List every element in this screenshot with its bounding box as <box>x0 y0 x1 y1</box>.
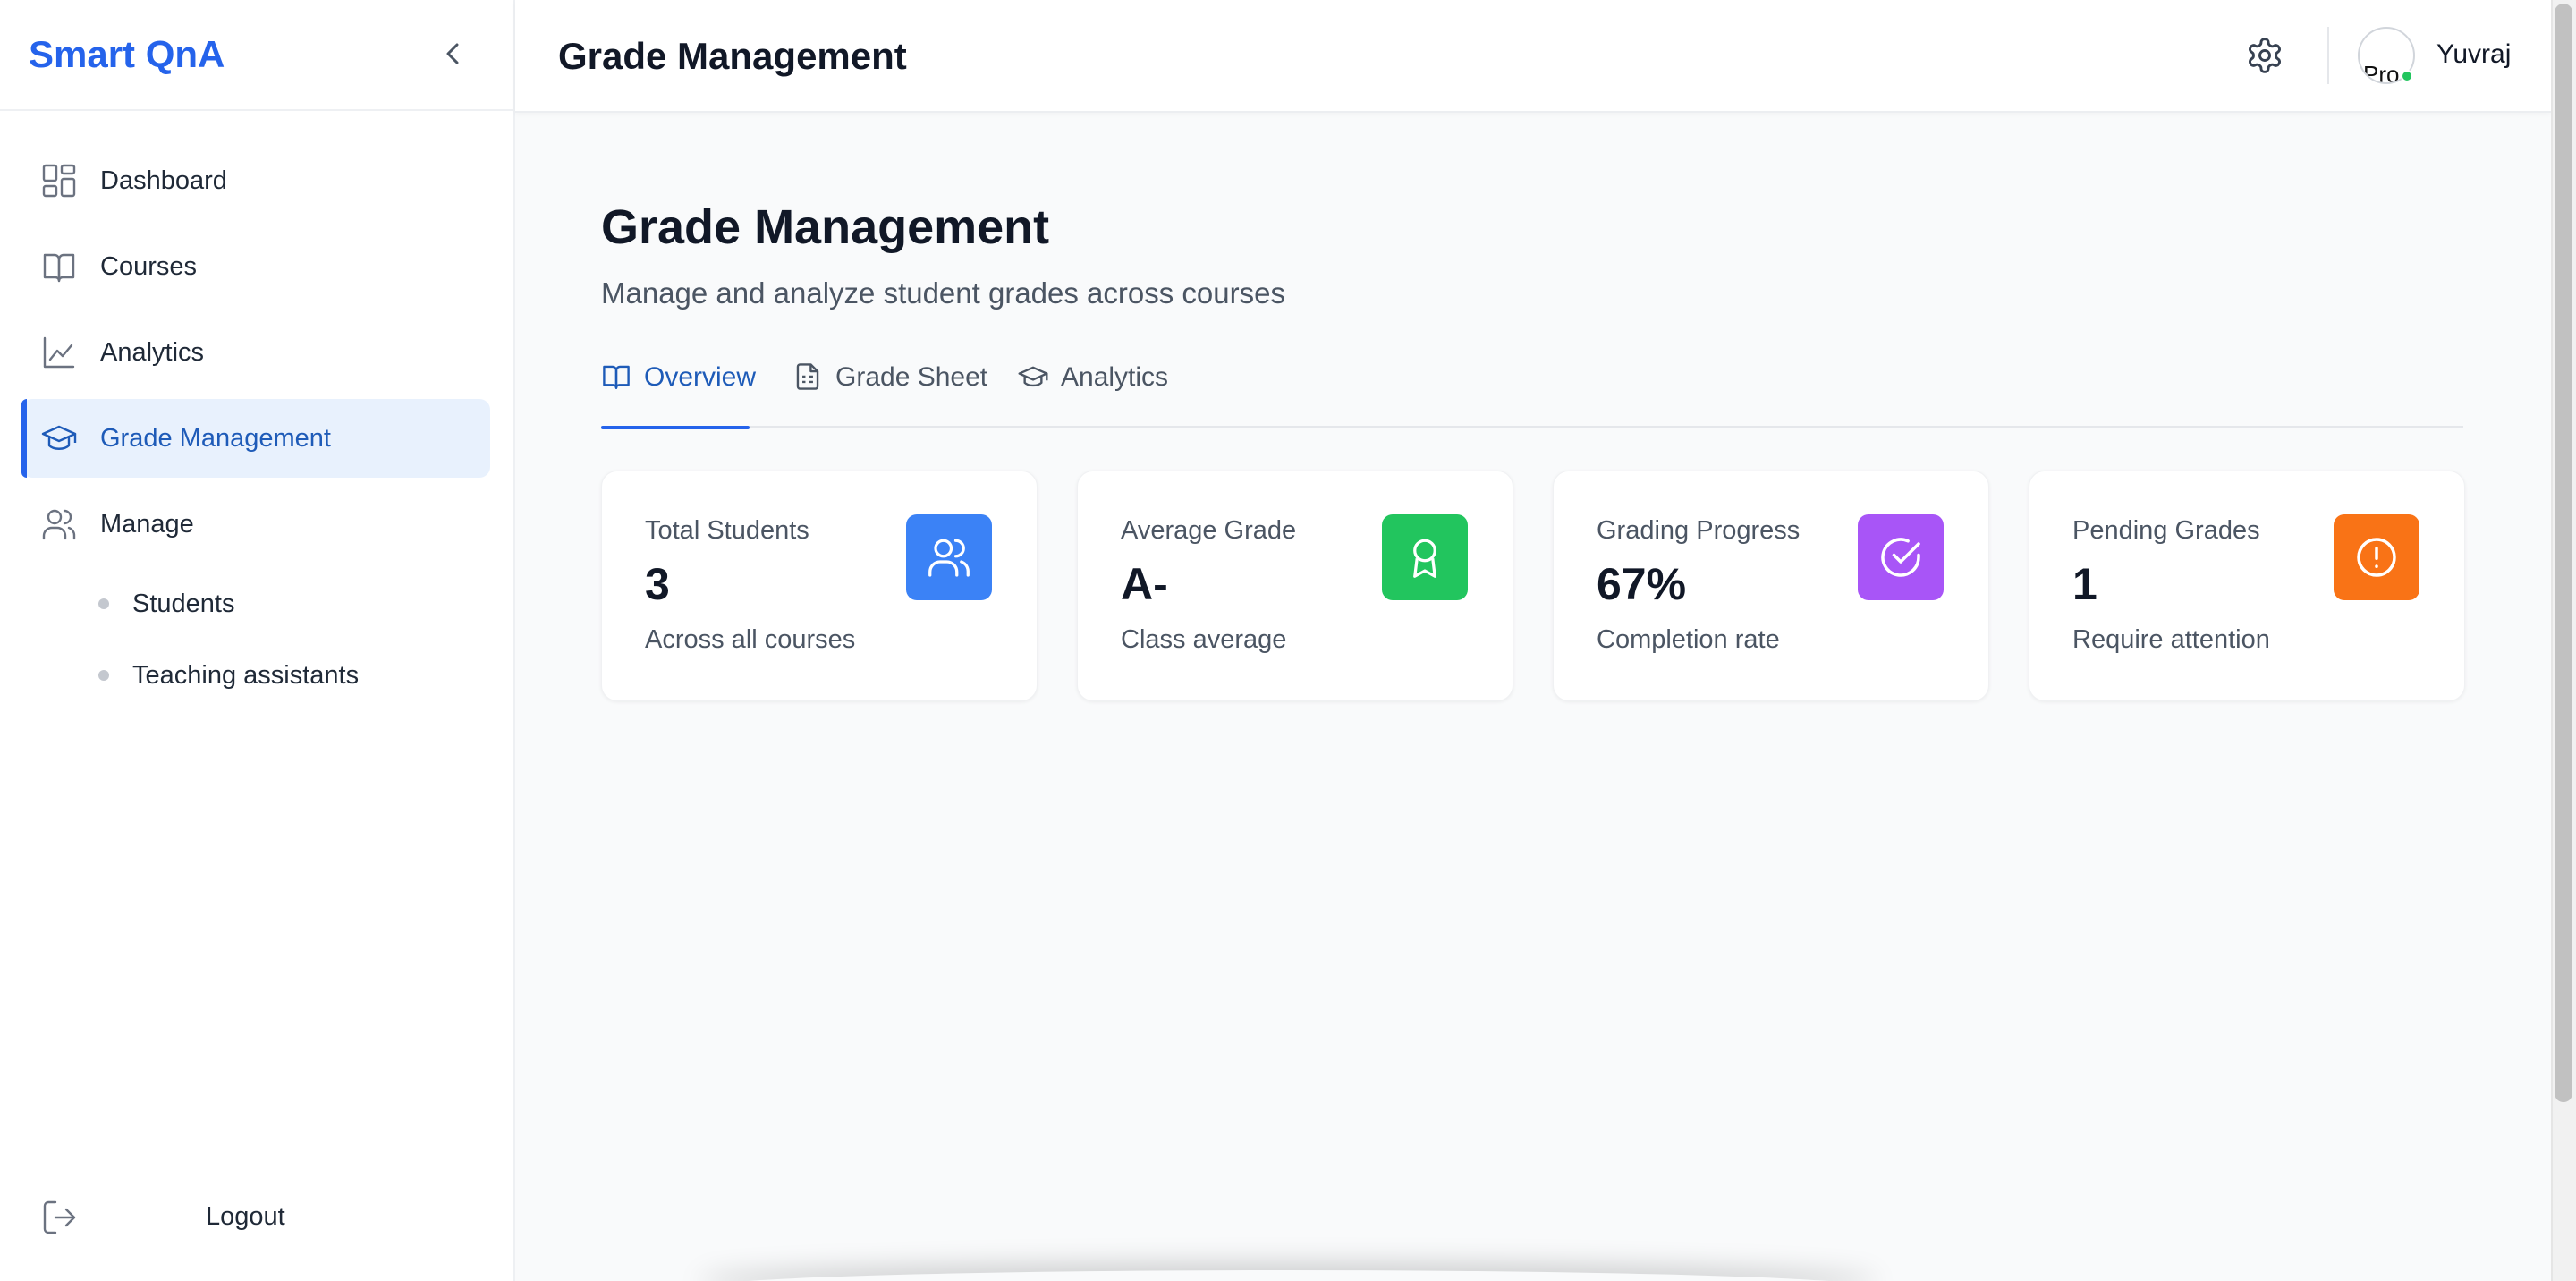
stat-value: 1 <box>2072 559 2097 609</box>
collapse-sidebar-button[interactable] <box>436 36 469 72</box>
sidebar-item-grade-management[interactable]: Grade Management <box>21 399 490 478</box>
award-icon <box>1413 539 1436 578</box>
sidebar-item-label: Analytics <box>100 337 205 367</box>
book-open-icon <box>603 365 630 389</box>
sidebar-item-label: Grade Management <box>100 423 331 453</box>
sidebar-header: Smart QnA <box>0 0 513 111</box>
sidebar-item-dashboard[interactable]: Dashboard <box>21 141 490 220</box>
user-name[interactable]: Yuvraj <box>2436 39 2511 70</box>
tab-label: Grade Sheet <box>835 362 988 392</box>
page-title: Grade Management <box>601 200 1050 254</box>
bullet-dot <box>98 670 109 681</box>
stat-description: Across all courses <box>645 625 856 654</box>
graduation-cap-icon <box>1018 366 1048 387</box>
stat-value: 3 <box>645 559 670 609</box>
stat-description: Require attention <box>2072 625 2270 654</box>
stat-card-grading-progress: Grading Progress 67% Completion rate <box>1553 471 1989 701</box>
settings-gear-icon[interactable] <box>2245 36 2284 75</box>
stat-icon-badge <box>2334 514 2419 600</box>
stat-value: 67% <box>1597 559 1687 609</box>
avatar-alt-text: Pro <box>2363 61 2400 84</box>
users-icon <box>928 539 970 577</box>
tab-overview[interactable]: Overview <box>601 356 757 429</box>
logout-icon <box>43 1200 76 1234</box>
sidebar-item-label: Courses <box>100 251 197 281</box>
tab-bar: Overview Grade Sheet Analytics <box>601 356 2463 429</box>
tab-grade-sheet[interactable]: Grade Sheet <box>792 356 987 428</box>
logout-button[interactable]: Logout <box>21 1195 490 1240</box>
chevron-left-icon <box>446 43 459 64</box>
sidebar-subitem-teaching-assistants[interactable]: Teaching assistants <box>98 653 359 698</box>
header-divider <box>2327 27 2329 84</box>
tab-analytics[interactable]: Analytics <box>1018 356 1168 428</box>
page-subtitle: Manage and analyze student grades across… <box>601 276 1285 310</box>
stat-value: A- <box>1121 559 1168 609</box>
brand-logo[interactable]: Smart QnA <box>29 32 225 77</box>
online-status-dot <box>2401 70 2413 82</box>
stat-card-pending-grades: Pending Grades 1 Require attention <box>2029 471 2465 701</box>
stat-description: Class average <box>1121 625 1287 654</box>
sidebar-item-courses[interactable]: Courses <box>21 227 490 306</box>
stat-card-average-grade: Average Grade A- Class average <box>1077 471 1513 701</box>
alert-circle-icon <box>2357 538 2396 577</box>
check-circle-icon <box>1881 538 1920 577</box>
dashboard-icon <box>42 164 76 198</box>
sidebar-subitem-students[interactable]: Students <box>98 581 234 626</box>
sidebar-item-label: Dashboard <box>100 165 227 195</box>
stat-icon-badge <box>1858 514 1944 600</box>
bullet-dot <box>98 598 109 609</box>
stat-card-total-students: Total Students 3 Across all courses <box>601 471 1038 701</box>
sidebar-item-analytics[interactable]: Analytics <box>21 313 490 392</box>
sidebar: Smart QnA Dashboard Courses Analytics Gr… <box>0 0 515 1281</box>
chart-line-icon <box>43 336 75 369</box>
top-header: Grade Management Pro Yuvraj <box>515 0 2551 113</box>
sidebar-subitem-label: Students <box>132 589 235 618</box>
sidebar-subitem-label: Teaching assistants <box>132 660 360 690</box>
stat-label: Average Grade <box>1121 516 1297 545</box>
floating-panel-shadow <box>698 1270 1878 1281</box>
logout-label: Logout <box>206 1202 285 1231</box>
sidebar-item-label: Manage <box>100 509 194 539</box>
stat-icon-badge <box>906 514 992 600</box>
sidebar-item-manage[interactable]: Manage <box>21 485 490 564</box>
stat-label: Total Students <box>645 516 809 545</box>
stat-description: Completion rate <box>1597 625 1780 654</box>
file-text-icon <box>796 363 819 390</box>
header-title: Grade Management <box>558 35 907 77</box>
book-icon <box>43 253 75 283</box>
tab-label: Analytics <box>1061 362 1169 392</box>
stat-label: Pending Grades <box>2072 516 2260 545</box>
scrollbar-thumb[interactable] <box>2555 4 2572 1102</box>
stat-label: Grading Progress <box>1597 516 1801 545</box>
graduation-cap-icon <box>41 425 77 450</box>
stat-icon-badge <box>1382 514 1468 600</box>
tab-label: Overview <box>644 362 757 392</box>
users-icon <box>42 509 76 540</box>
